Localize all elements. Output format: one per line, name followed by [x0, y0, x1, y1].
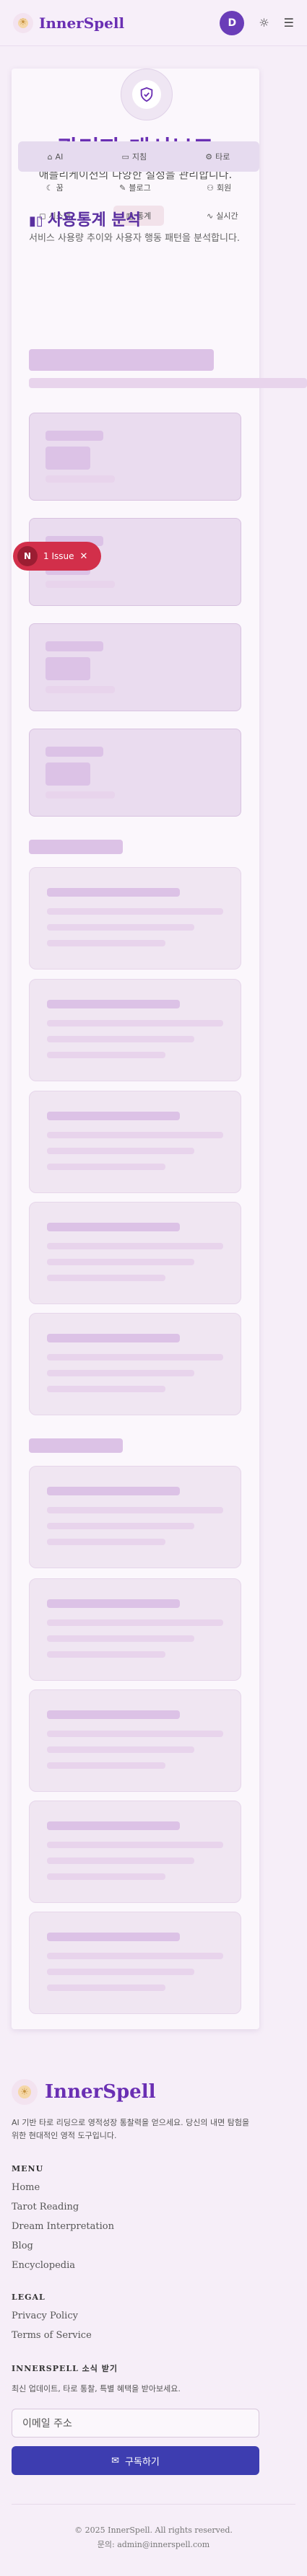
newsletter-description: 최신 업데이트, 타로 통찰, 특별 혜택을 받아보세요. — [12, 2384, 181, 2393]
footer-link-encyclopedia[interactable]: Encyclopedia — [12, 2260, 295, 2271]
bar-chart-icon: ▮▯ — [29, 214, 43, 229]
issue-icon: N — [17, 546, 38, 566]
tab-tarot[interactable]: ⚙ 타로 — [205, 151, 230, 162]
close-icon[interactable]: ✕ — [79, 551, 87, 562]
issue-badge[interactable]: N 1 Issue ✕ — [13, 542, 101, 571]
users-icon: ⚇ — [207, 183, 215, 193]
section-subtitle: 서비스 사용량 추이와 사용자 행동 패턴을 분석합니다. — [29, 233, 241, 244]
footer-link-tarot[interactable]: Tarot Reading — [12, 2202, 295, 2212]
tab-dream[interactable]: ☾ 꿈 — [46, 182, 64, 193]
skeleton-list-item — [29, 1912, 241, 2014]
skeleton-list-item — [29, 1313, 241, 1415]
skeleton-list-item — [29, 1801, 241, 1903]
tab-members[interactable]: ⚇ 회원 — [207, 182, 231, 193]
section-title: ▮▯ 사용통계 분석 — [29, 211, 141, 229]
copyright-text: © 2025 InnerSpell. All rights reserved. — [74, 2526, 233, 2535]
tabs-row-1: ⌂ AI ▭ 지침 ⚙ 타로 — [18, 141, 259, 172]
skeleton-heading — [29, 1438, 123, 1453]
skeleton-stat-card — [29, 623, 241, 711]
skeleton-stat-card — [29, 413, 241, 501]
email-input[interactable]: 이메일 주소 — [12, 2409, 259, 2437]
footer-link-privacy[interactable]: Privacy Policy — [12, 2311, 295, 2321]
tab-ai[interactable]: ⌂ AI — [48, 152, 64, 162]
footer-legal-heading: LEGAL — [12, 2293, 46, 2302]
logo-icon[interactable]: ☀ — [13, 12, 33, 33]
skeleton-list-item — [29, 1091, 241, 1193]
logo-icon[interactable]: ☀ — [12, 2079, 38, 2105]
logo-text[interactable]: InnerSpell — [39, 14, 124, 32]
contact-email[interactable]: 문의: admin@innerspell.com — [12, 2538, 295, 2552]
newsletter-heading: INNERSPELL 소식 받기 — [12, 2364, 118, 2373]
skeleton-tabs-bar — [29, 378, 307, 388]
skeleton-list-item — [29, 1466, 241, 1568]
tarot-icon: ⚙ — [205, 151, 213, 162]
book-icon: ▭ — [121, 151, 129, 162]
site-footer: ☀ InnerSpell AI 기반 타로 리딩으로 영적성장 통찰력을 얻으세… — [0, 2049, 307, 2552]
shield-icon — [121, 69, 173, 120]
footer-description: AI 기반 타로 리딩으로 영적성장 통찰력을 얻으세요. 당신의 내면 탐험을… — [12, 2118, 250, 2140]
skeleton-heading — [29, 349, 214, 371]
tab-realtime[interactable]: ∿ 실시간 — [207, 210, 238, 221]
moon-icon: ☾ — [46, 183, 53, 193]
menu-icon[interactable]: ☰ — [284, 16, 294, 30]
skeleton-list-item — [29, 1689, 241, 1792]
tabs-row-2: ☾ 꿈 ✎ 블로그 ⚇ 회원 — [18, 173, 259, 202]
skeleton-list-item — [29, 1578, 241, 1681]
footer-link-terms[interactable]: Terms of Service — [12, 2330, 295, 2341]
footer-menu-heading: MENU — [12, 2164, 44, 2173]
skeleton-stat-card — [29, 729, 241, 817]
skeleton-heading — [29, 840, 123, 854]
avatar[interactable]: D — [220, 10, 245, 35]
subscribe-button[interactable]: ✉ 구독하기 — [12, 2446, 259, 2475]
footer-link-blog[interactable]: Blog — [12, 2241, 295, 2251]
blog-icon: ✎ — [119, 183, 126, 193]
theme-toggle-icon[interactable]: ☼ — [259, 16, 269, 30]
skeleton-list-item — [29, 979, 241, 1081]
footer-link-home[interactable]: Home — [12, 2182, 295, 2193]
skeleton-list-item — [29, 867, 241, 970]
tab-guidelines[interactable]: ▭ 지침 — [121, 151, 147, 162]
ai-icon: ⌂ — [47, 151, 53, 162]
site-header: ☀ InnerSpell D ☼ ☰ — [0, 0, 307, 46]
issue-label: 1 Issue — [43, 551, 74, 561]
mail-icon: ✉ — [111, 2455, 120, 2466]
footer-logo-text[interactable]: InnerSpell — [45, 2081, 155, 2103]
footer-link-dream[interactable]: Dream Interpretation — [12, 2221, 295, 2232]
skeleton-list-item — [29, 1202, 241, 1304]
tab-blog[interactable]: ✎ 블로그 — [119, 182, 151, 193]
copyright: © 2025 InnerSpell. All rights reserved. … — [12, 2504, 295, 2552]
pulse-icon: ∿ — [207, 211, 214, 221]
